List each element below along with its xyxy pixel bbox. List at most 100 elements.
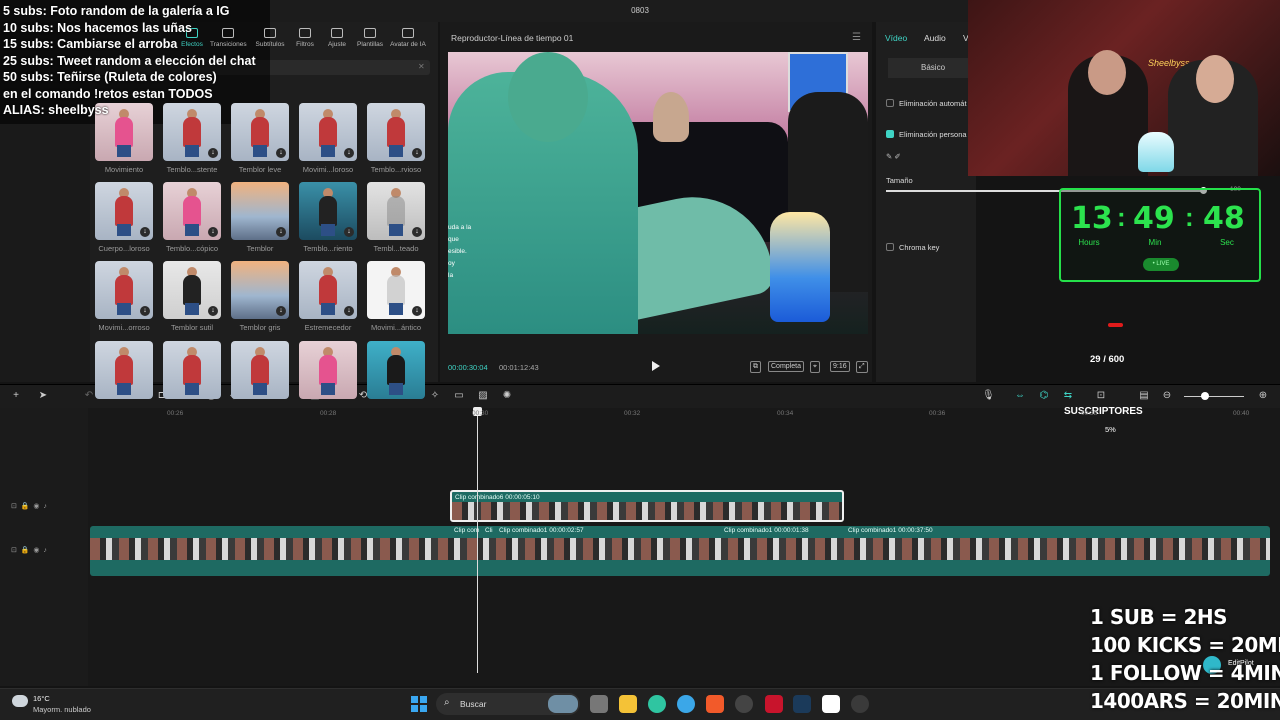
magnet-icon[interactable]: ⌬ — [1039, 391, 1049, 401]
effect-thumbnail[interactable]: ↓ — [299, 103, 357, 161]
tab-filtros[interactable]: Filtros — [287, 28, 323, 48]
caption-icon[interactable]: ▤ — [1139, 391, 1149, 401]
app-icon[interactable] — [765, 695, 783, 713]
capcut-icon[interactable] — [822, 695, 840, 713]
tab-label: Avatar de IA — [390, 41, 426, 48]
file-explorer-icon[interactable] — [619, 695, 637, 713]
effect-thumbnail[interactable]: ↓ — [231, 261, 289, 319]
tab-avatar-de-ia[interactable]: Avatar de IA — [390, 28, 426, 48]
effect-thumbnail[interactable]: ↓ — [367, 182, 425, 240]
media-player-icon[interactable] — [851, 695, 869, 713]
snapshot-icon[interactable]: ⧉ — [750, 361, 761, 373]
track-controls[interactable]: ⊡ 🔒 ◉ ♪ — [11, 502, 47, 510]
weather-temp[interactable]: 16°C — [33, 694, 50, 703]
image-icon[interactable]: ▨ — [478, 391, 488, 401]
quality-select[interactable]: Completa — [768, 361, 804, 372]
snap-icon[interactable]: ⇆ — [1063, 391, 1073, 401]
person-removal-checkbox[interactable] — [886, 130, 894, 138]
tab-transiciones[interactable]: Transiciones — [210, 28, 247, 48]
brave-icon[interactable] — [706, 695, 724, 713]
undo-icon[interactable]: ↶ — [84, 391, 94, 401]
effect-thumbnail[interactable]: ↓ — [95, 261, 153, 319]
clip-top[interactable]: Clip combinado6 00:00:05:10 — [450, 490, 844, 522]
app-icon[interactable] — [735, 695, 753, 713]
effect-thumbnail[interactable]: ↓ — [299, 182, 357, 240]
effect-thumbnail[interactable] — [367, 341, 425, 399]
clip-main[interactable] — [90, 526, 1270, 576]
tab-ajuste[interactable]: Ajuste — [319, 28, 355, 48]
zoom-slider-handle[interactable] — [1201, 392, 1209, 400]
effect-thumbnail[interactable]: ↓ — [163, 261, 221, 319]
effect-thumbnail[interactable] — [231, 341, 289, 399]
play-button[interactable] — [652, 361, 660, 371]
tab-label: Plantillas — [356, 41, 383, 48]
menu-icon[interactable]: ☰ — [852, 32, 861, 43]
copilot-icon[interactable] — [548, 695, 578, 713]
aspect-ratio-select[interactable]: 9:16 — [830, 361, 850, 372]
magic-icon[interactable]: ✧ — [430, 391, 440, 401]
fit-icon[interactable]: ⌖ — [810, 361, 820, 373]
add-icon[interactable]: + — [11, 391, 21, 401]
playhead[interactable] — [477, 408, 478, 673]
mic-icon[interactable]: 🎙 — [982, 391, 995, 401]
steam-icon[interactable] — [793, 695, 811, 713]
edge-icon-2[interactable] — [677, 695, 695, 713]
effect-thumbnail[interactable]: ↓ — [163, 103, 221, 161]
download-icon[interactable]: ↓ — [276, 227, 286, 237]
tab-audio[interactable]: Audio — [924, 33, 946, 43]
download-icon[interactable]: ↓ — [412, 306, 422, 316]
thumb-figure — [319, 117, 337, 147]
goal-line: 50 subs: Teñirse (Ruleta de colores) — [3, 70, 217, 84]
weather-desc[interactable]: Mayorm. nublado — [33, 705, 91, 714]
tab-video[interactable]: Vídeo — [885, 33, 907, 43]
tab-plantillas[interactable]: Plantillas — [352, 28, 388, 48]
chroma-key-checkbox[interactable] — [886, 243, 894, 251]
download-icon[interactable]: ↓ — [412, 227, 422, 237]
edge-icon[interactable] — [648, 695, 666, 713]
auto-removal-checkbox[interactable] — [886, 99, 894, 107]
recording-indicator — [1108, 323, 1123, 327]
download-icon[interactable]: ↓ — [344, 148, 354, 158]
effect-thumbnail[interactable]: ↓ — [95, 182, 153, 240]
track-controls[interactable]: ⊡ 🔒 ◉ ♪ — [11, 546, 47, 554]
preview-icon[interactable]: ⊡ — [1096, 391, 1106, 401]
thumb-figure — [321, 303, 335, 315]
brush-icon[interactable]: ✎ ✐ — [886, 152, 901, 161]
select-tool-icon[interactable]: ➤ — [38, 391, 48, 401]
screen-icon[interactable]: ▭ — [454, 391, 464, 401]
download-icon[interactable]: ↓ — [208, 148, 218, 158]
download-icon[interactable]: ↓ — [276, 148, 286, 158]
task-view-icon[interactable] — [590, 695, 608, 713]
effect-thumbnail[interactable]: ↓ — [299, 261, 357, 319]
cloud-icon[interactable] — [12, 695, 28, 707]
sparkle-icon[interactable]: ✺ — [502, 391, 512, 401]
download-icon[interactable]: ↓ — [344, 306, 354, 316]
effect-thumbnail[interactable]: ↓ — [367, 261, 425, 319]
goal-line: 25 subs: Tweet random a elección del cha… — [3, 53, 256, 68]
zoom-slider[interactable] — [1184, 396, 1244, 397]
download-icon[interactable]: ↓ — [208, 306, 218, 316]
fullscreen-icon[interactable]: ⤢ — [856, 361, 868, 373]
link-icon[interactable]: ⇔ — [1015, 391, 1025, 401]
download-icon[interactable]: ↓ — [344, 227, 354, 237]
video-preview[interactable]: uda a la que esible. oy la — [448, 52, 868, 334]
download-icon[interactable]: ↓ — [208, 227, 218, 237]
effect-thumbnail[interactable]: ↓ — [231, 182, 289, 240]
windows-start-icon[interactable] — [411, 696, 427, 712]
basic-section[interactable]: Básico — [888, 58, 976, 78]
live-badge: • LIVE — [1143, 258, 1179, 271]
close-icon[interactable]: ✕ — [418, 62, 425, 71]
effect-thumbnail[interactable]: ↓ — [367, 103, 425, 161]
download-icon[interactable]: ↓ — [140, 227, 150, 237]
effect-thumbnail[interactable]: ↓ — [163, 182, 221, 240]
zoom-in-icon[interactable]: ⊕ — [1258, 391, 1268, 401]
download-icon[interactable]: ↓ — [140, 306, 150, 316]
tab-subt-tulos[interactable]: Subtítulos — [252, 28, 288, 48]
zoom-out-icon[interactable]: ⊖ — [1162, 391, 1172, 401]
download-icon[interactable]: ↓ — [412, 148, 422, 158]
effect-thumbnail[interactable] — [163, 341, 221, 399]
download-icon[interactable]: ↓ — [276, 306, 286, 316]
effect-thumbnail[interactable]: ↓ — [231, 103, 289, 161]
effect-thumbnail[interactable] — [299, 341, 357, 399]
effect-thumbnail[interactable] — [95, 341, 153, 399]
